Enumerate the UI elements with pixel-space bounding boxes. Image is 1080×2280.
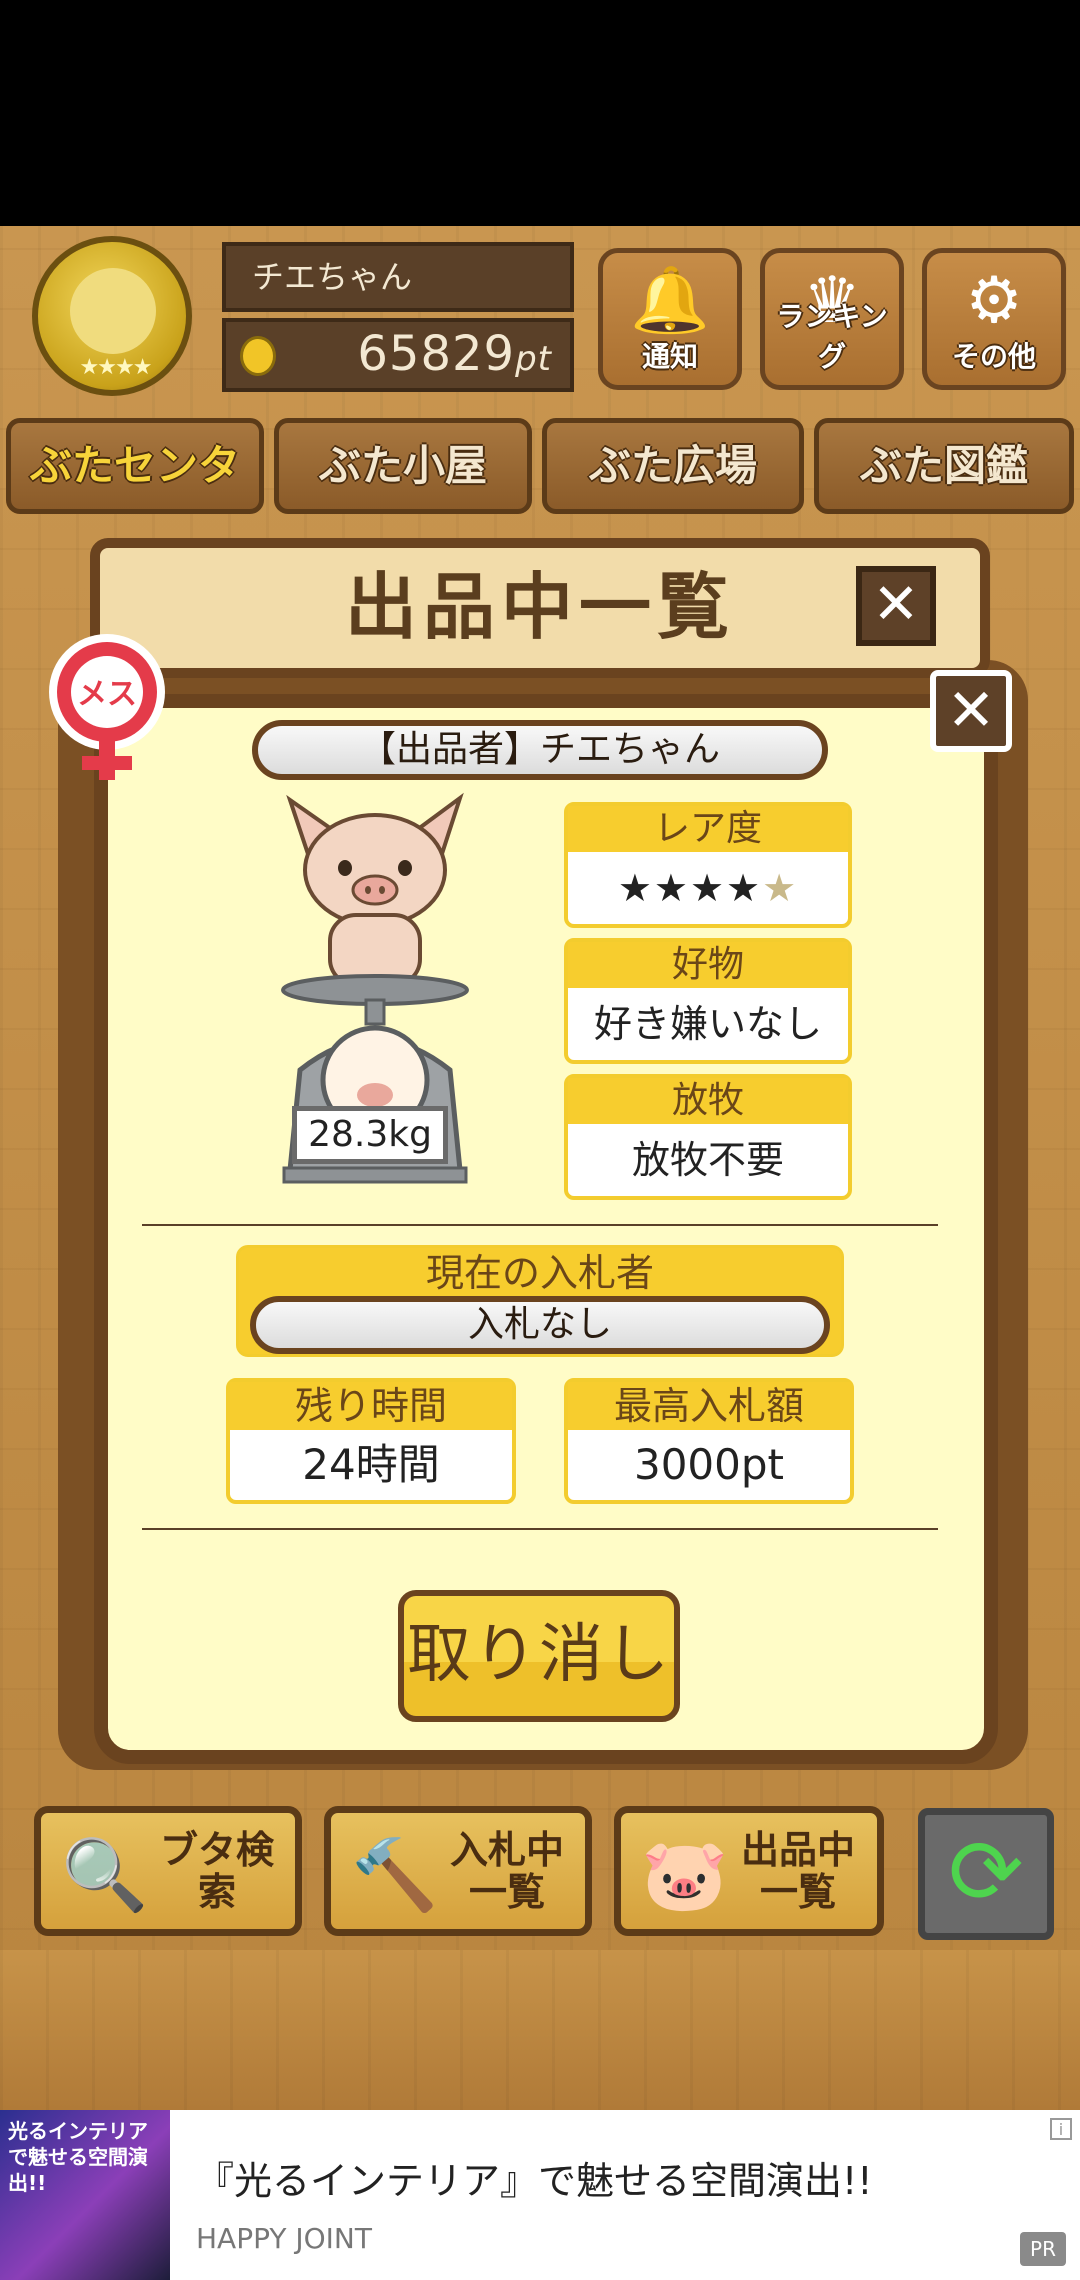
main-nav: ぶたセンター ぶた小屋 ぶた広場 ぶた図鑑 — [0, 418, 1080, 576]
divider-bottom — [142, 1528, 938, 1530]
other-label: その他 — [951, 340, 1036, 373]
other-button[interactable]: ⚙ その他 — [922, 248, 1066, 390]
favorite-card: 好物 好き嫌いなし — [564, 938, 852, 1064]
ad-info-icon[interactable]: i — [1050, 2118, 1072, 2140]
ad-banner[interactable]: 光るインテリアで魅せる空間演出!! 『光るインテリア』で魅せる空間演出!! HA… — [0, 2110, 1080, 2280]
tab-buta-center[interactable]: ぶたセンター — [6, 418, 264, 576]
status-bar-area — [0, 0, 1080, 226]
seller-name: 【出品者】チエちゃん — [252, 720, 828, 780]
bidding-list-button[interactable]: 🔨 入札中 一覧 — [324, 1806, 592, 1936]
bidding-list-label: 入札中 一覧 — [449, 1828, 564, 1914]
ranking-button[interactable]: ♛ ランキング — [760, 248, 904, 390]
medal-stars-icon: ★★★★ — [79, 355, 153, 380]
grazing-label: 放牧 — [568, 1078, 848, 1124]
cancel-listing-button[interactable]: 取り消し — [398, 1590, 680, 1722]
rarity-card: レア度 ★★★★★ — [564, 802, 852, 928]
title-close-button[interactable]: ✕ — [856, 566, 936, 646]
female-icon: メス — [44, 632, 170, 782]
time-left-value: 24時間 — [302, 1440, 440, 1489]
bell-icon: 🔔 — [630, 264, 710, 338]
pig-icon: 🐷 — [641, 1834, 729, 1916]
refresh-button[interactable]: ⟳ — [918, 1808, 1054, 1940]
refresh-icon: ⟳ — [948, 1820, 1024, 1925]
tab-buta-goya[interactable]: ぶた小屋 — [274, 418, 532, 514]
time-left-card: 残り時間 24時間 — [226, 1378, 516, 1504]
points-display: 65829pt — [222, 318, 574, 392]
wood-lower — [0, 1950, 1080, 2110]
highest-bid-value: 3000pt — [633, 1440, 784, 1489]
dialog-title: 出品中一覧 — [90, 538, 990, 678]
grazing-value: 放牧不要 — [631, 1138, 784, 1182]
listing-list-label: 出品中 一覧 — [740, 1828, 855, 1914]
coin-icon — [240, 336, 276, 376]
gender-label: メス — [77, 677, 137, 712]
weight-display: 28.3kg — [292, 1106, 448, 1164]
divider-top — [142, 1224, 938, 1226]
pig-search-button[interactable]: 🔍 ブタ検索 — [34, 1806, 302, 1936]
ranking-label: ランキング — [776, 300, 888, 373]
ad-pr-badge: PR — [1020, 2232, 1066, 2266]
tab-buta-zukan[interactable]: ぶた図鑑 — [814, 418, 1074, 514]
rarity-label: レア度 — [568, 806, 848, 852]
gavel-icon: 🔨 — [351, 1834, 439, 1916]
listing-list-button[interactable]: 🐷 出品中 一覧 — [614, 1806, 884, 1936]
magnifier-icon: 🔍 — [61, 1834, 149, 1916]
points-value: 65829pt — [357, 326, 552, 382]
favorite-label: 好物 — [568, 942, 848, 988]
pig-search-label: ブタ検索 — [159, 1828, 274, 1914]
pig-face-icon — [70, 268, 156, 354]
dialog-close-button[interactable]: ✕ — [930, 670, 1012, 752]
favorite-value: 好き嫌いなし — [593, 1002, 822, 1046]
gear-icon: ⚙ — [965, 264, 1023, 338]
grazing-card: 放牧 放牧不要 — [564, 1074, 852, 1200]
player-name: チエちゃん — [222, 242, 574, 312]
highest-bid-card: 最高入札額 3000pt — [564, 1378, 854, 1504]
ad-advertiser: HAPPY JOINT — [196, 2222, 372, 2255]
notify-button[interactable]: 🔔 通知 — [598, 248, 742, 390]
ad-thumbnail[interactable]: 光るインテリアで魅せる空間演出!! — [0, 2110, 170, 2280]
player-medal[interactable]: ★★★★ — [32, 236, 192, 396]
current-bidder-label: 現在の入札者 — [425, 1251, 654, 1295]
notify-label: 通知 — [641, 340, 698, 373]
ad-title[interactable]: 『光るインテリア』で魅せる空間演出!! — [196, 2150, 872, 2205]
rarity-stars: ★★★★★ — [617, 866, 799, 910]
time-left-label: 残り時間 — [230, 1382, 512, 1430]
tab-buta-hiroba[interactable]: ぶた広場 — [542, 418, 804, 514]
current-bidder-value: 入札なし — [250, 1296, 830, 1354]
highest-bid-label: 最高入札額 — [568, 1382, 850, 1430]
